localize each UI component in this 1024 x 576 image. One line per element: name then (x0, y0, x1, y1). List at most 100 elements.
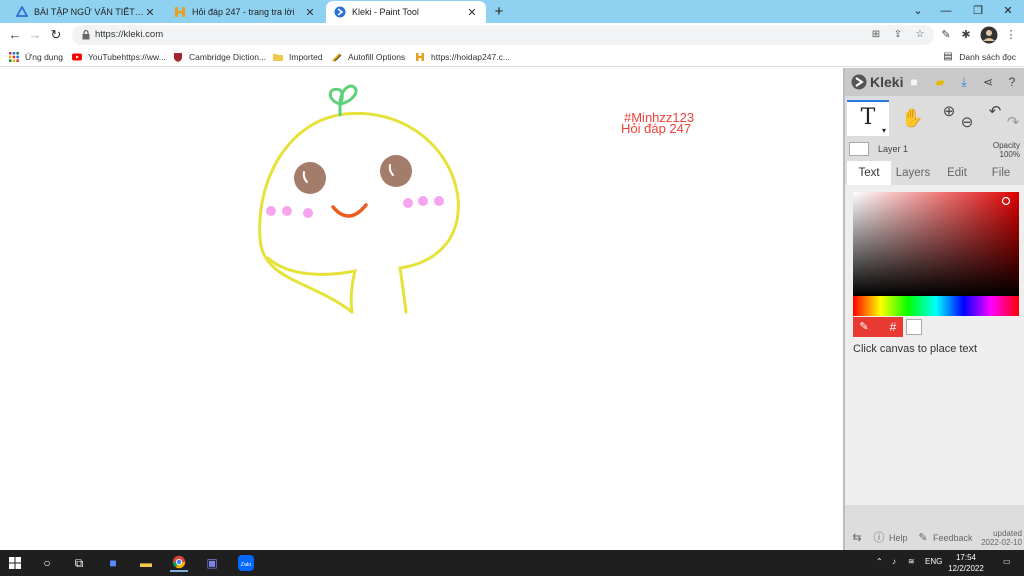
zoom-in-icon[interactable]: ⊕ (939, 102, 959, 122)
swap-sides-icon[interactable]: ⇆ (849, 530, 865, 546)
bookmark-label: Imported (289, 52, 323, 62)
volume-icon[interactable]: ♪ (892, 557, 896, 566)
apps-grid-icon (9, 52, 19, 62)
minimize-icon[interactable]: — (936, 2, 956, 20)
kleki-side-panel: Kleki ■ ▰ ⤓ ⋖ ? T ▾ ✋ ⊕ ⊖ ↶ ↷ Layer 1 Op… (843, 68, 1024, 550)
tab-title: BÀI TẬP NGỮ VĂN TIẾT 82- Lớp (34, 7, 144, 17)
canvas-text-line2: Hỏi đáp 247 (621, 121, 692, 136)
tab-edit[interactable]: Edit (937, 161, 977, 185)
text-tool-options: ✎ # Click canvas to place text (845, 185, 1024, 505)
teams-icon[interactable]: ▣ (203, 554, 221, 572)
close-window-icon[interactable]: ✕ (998, 2, 1018, 20)
reading-list-label: Danh sách đọc (959, 52, 1016, 62)
bookmark-cambridge[interactable]: Cambridge Diction... (173, 50, 266, 64)
undo-icon[interactable]: ↶ (985, 102, 1005, 122)
drawing-canvas[interactable]: #Minhzz123 Hỏi đáp 247 (0, 68, 843, 550)
browser-toolbar: ← → ↻ https://kleki.com ⊞ ⇪ ☆ ✎ ✱ ⋮ (0, 23, 1024, 47)
help-circle-icon[interactable]: ? (1003, 73, 1021, 91)
feedback-icon[interactable]: ✎ (915, 530, 931, 546)
clock-time: 17:54 (955, 553, 977, 562)
layer-row[interactable]: Layer 1 Opacity 100% (845, 139, 1024, 161)
color-saturation-picker[interactable] (853, 192, 1019, 296)
updated-date: 2022-02-10 (981, 538, 1022, 547)
text-tool-button[interactable]: T ▾ (847, 100, 889, 136)
system-clock[interactable]: 17:54 12/2/2022 (944, 552, 988, 574)
help-icon[interactable]: ⓘ (871, 530, 887, 546)
color-swatches: ✎ # (853, 317, 1019, 337)
browser-tab-strip: BÀI TẬP NGỮ VĂN TIẾT 82- Lớp ✕ Hỏi đáp 2… (0, 0, 1024, 23)
hand-tool-icon[interactable]: ✋ (901, 108, 923, 128)
kleki-logo-icon (851, 74, 867, 90)
language-indicator[interactable]: ENG (925, 557, 942, 566)
tab-search-icon[interactable]: ⌄ (908, 2, 928, 20)
tab-bai-tap[interactable]: BÀI TẬP NGỮ VĂN TIẾT 82- Lớp ✕ (8, 1, 164, 23)
close-icon[interactable]: ✕ (304, 6, 316, 19)
address-bar[interactable]: https://kleki.com ⊞ ⇪ ☆ (72, 25, 934, 45)
reading-list[interactable]: ▤ Danh sách đọc (943, 50, 1016, 64)
notification-icon[interactable]: ▭ (1003, 557, 1011, 566)
menu-dots-icon[interactable]: ⋮ (1002, 26, 1020, 44)
tab-kleki[interactable]: Kleki - Paint Tool ✕ (326, 1, 486, 23)
lock-icon (82, 30, 90, 40)
file-explorer-icon[interactable]: ▬ (137, 554, 155, 572)
autofill-pen-icon (332, 53, 342, 62)
pen-extension-icon[interactable]: ✎ (937, 26, 955, 44)
reading-list-icon: ▤ (943, 51, 953, 62)
tab-layers[interactable]: Layers (891, 161, 935, 185)
chrome-icon[interactable] (170, 554, 188, 572)
google-drive-icon (16, 6, 28, 17)
new-image-icon[interactable]: ■ (905, 73, 923, 91)
blush-dot (418, 196, 428, 206)
clock-date: 12/2/2022 (948, 564, 984, 573)
help-link[interactable]: Help (889, 533, 908, 543)
bookmark-apps[interactable]: Ứng dụng (9, 50, 63, 64)
bookmarks-bar: Ứng dụng YouTubehttps://ww... Cambridge … (0, 47, 1024, 67)
close-icon[interactable]: ✕ (466, 6, 478, 19)
windows-start-icon[interactable] (9, 557, 21, 569)
bookmark-hoidap247[interactable]: https://hoidap247.c... (415, 50, 510, 64)
forward-arrow-icon[interactable]: → (26, 26, 44, 44)
hoidap-favicon-icon (416, 53, 424, 61)
wifi-icon[interactable]: ≋ (908, 557, 915, 566)
reload-icon[interactable]: ↻ (47, 26, 65, 44)
eyedropper-icon[interactable]: ✎ (856, 319, 872, 335)
profile-avatar[interactable] (980, 26, 998, 44)
redo-icon[interactable]: ↷ (1003, 113, 1023, 133)
bookmark-label: Ứng dụng (25, 52, 63, 62)
download-icon[interactable]: ⤓ (955, 73, 973, 91)
tab-text[interactable]: Text (847, 161, 891, 185)
share-icon[interactable]: ⇪ (890, 27, 906, 43)
tool-row: T ▾ ✋ ⊕ ⊖ ↶ ↷ (845, 98, 1024, 138)
blush-dot (434, 196, 444, 206)
feedback-link[interactable]: Feedback (933, 533, 973, 543)
search-circle-icon[interactable]: ○ (38, 554, 56, 572)
share-icon[interactable]: ⋖ (979, 73, 997, 91)
tab-file[interactable]: File (981, 161, 1021, 185)
chevron-down-icon[interactable]: ▾ (882, 127, 886, 135)
restore-icon[interactable]: ❐ (968, 2, 988, 20)
opacity-value: 100% (999, 150, 1020, 159)
bookmark-star-icon[interactable]: ☆ (912, 27, 928, 43)
tab-hoi-dap[interactable]: Hỏi đáp 247 - trang tra lời ✕ (166, 1, 324, 23)
back-arrow-icon[interactable]: ← (6, 26, 24, 44)
bookmark-autofill[interactable]: Autofill Options (332, 50, 405, 64)
windows-taskbar: ○ ⧉ ■ ▬ ▣ Zalo ⌃ ♪ ≋ ENG 17:54 12/2/2022… (0, 550, 1024, 576)
secondary-color-swatch[interactable] (906, 319, 922, 335)
close-icon[interactable]: ✕ (144, 6, 156, 19)
extensions-puzzle-icon[interactable]: ✱ (957, 26, 975, 44)
translate-icon[interactable]: ⊞ (868, 27, 884, 43)
task-view-icon[interactable]: ⧉ (70, 554, 88, 572)
bookmark-folder-imported[interactable]: Imported (273, 50, 323, 64)
tray-chevron-icon[interactable]: ⌃ (876, 557, 883, 566)
opacity-readout: Opacity 100% (993, 141, 1020, 159)
hue-slider[interactable] (853, 296, 1019, 316)
new-tab-button[interactable]: + (490, 3, 508, 21)
zalo-icon[interactable]: Zalo (237, 554, 255, 572)
folder-icon (273, 54, 283, 61)
zoom-meetings-icon[interactable]: ■ (104, 554, 122, 572)
blush-dot (282, 206, 292, 216)
open-folder-icon[interactable]: ▰ (931, 73, 949, 91)
bookmark-youtube[interactable]: YouTubehttps://ww... (72, 50, 166, 64)
hex-input-button[interactable]: # (885, 319, 901, 335)
zoom-out-icon[interactable]: ⊖ (957, 113, 977, 133)
